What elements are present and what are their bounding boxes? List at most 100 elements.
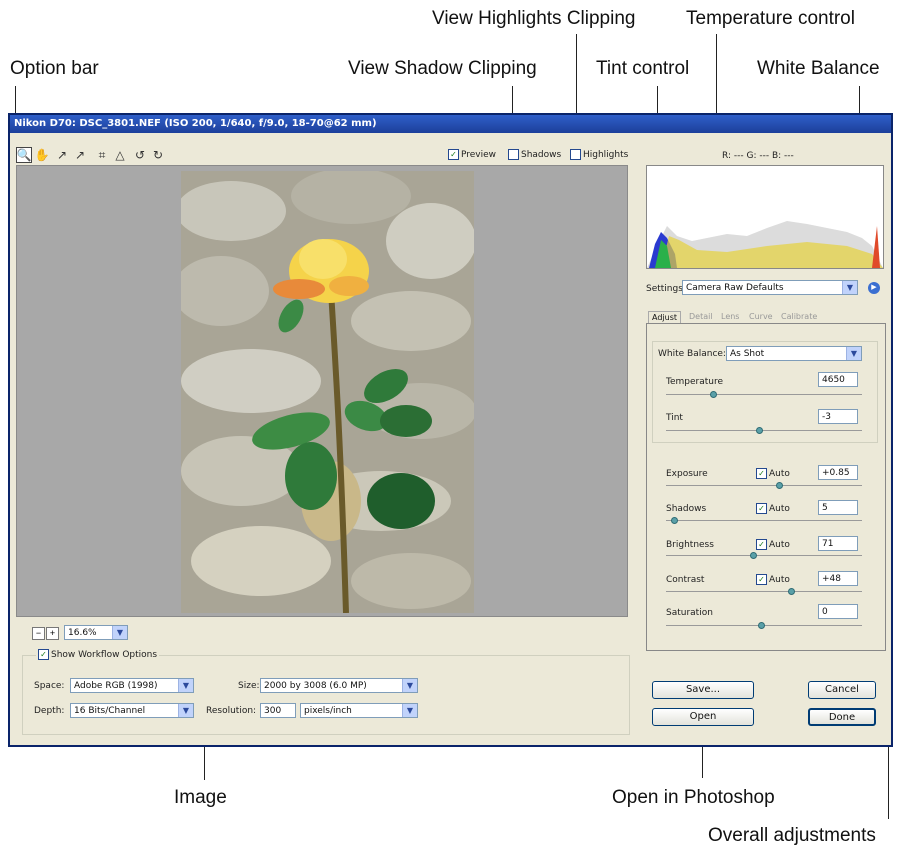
tint-slider[interactable] [666,430,862,431]
settings-label: Settings: [646,284,686,294]
contrast-input[interactable]: +48 [818,571,858,586]
settings-menu-icon[interactable]: ▶ [868,282,880,294]
exposure-label: Exposure [666,469,708,479]
white-balance-icon[interactable]: ↗ [54,147,70,163]
callout-temperature-control: Temperature control [686,8,855,29]
camera-raw-window: Nikon D70: DSC_3801.NEF (ISO 200, 1/640,… [8,113,893,747]
contrast-slider-thumb[interactable] [788,588,795,595]
tab-curve[interactable]: Curve [746,311,776,323]
white-balance-select[interactable]: As Shot ▼ [726,346,862,361]
shadows-label: Shadows [666,504,707,514]
contrast-auto-label: Auto [769,574,790,585]
size-value: 2000 by 3008 (6.0 MP) [264,681,367,691]
preview-check-icon: ✓ [448,149,459,160]
contrast-auto-checkbox[interactable]: ✓ Auto [756,574,790,585]
preview-area[interactable] [16,165,628,617]
exposure-input[interactable]: +0.85 [818,465,858,480]
highlights-label: Highlights [583,149,629,160]
brightness-auto-label: Auto [769,539,790,550]
chevron-down-icon: ▼ [178,704,193,717]
depth-label: Depth: [34,706,65,716]
rotate-left-icon[interactable]: ↺ [132,147,148,163]
brightness-slider-thumb[interactable] [750,552,757,559]
save-button[interactable]: Save... [652,681,754,699]
tint-label: Tint [666,413,683,423]
done-button[interactable]: Done [808,708,876,726]
exposure-auto-checkbox[interactable]: ✓ Auto [756,468,790,479]
show-workflow-label: Show Workflow Options [51,649,158,660]
rgb-readout: R: --- G: --- B: --- [722,151,794,161]
tab-detail[interactable]: Detail [686,311,716,323]
straighten-icon[interactable]: △ [112,147,128,163]
size-label: Size: [238,681,260,691]
saturation-slider-thumb[interactable] [758,622,765,629]
rotate-right-icon[interactable]: ↻ [150,147,166,163]
brightness-auto-check-icon: ✓ [756,539,767,550]
chevron-down-icon: ▼ [178,679,193,692]
temperature-slider[interactable] [666,394,862,395]
resolution-unit-value: pixels/inch [304,706,352,716]
brightness-slider[interactable] [666,555,862,556]
callout-white-balance: White Balance [757,58,880,79]
shadows-slider[interactable] [666,520,862,521]
tab-calibrate[interactable]: Calibrate [778,311,820,323]
zoom-select[interactable]: 16.6% ▼ [64,625,128,640]
resolution-input[interactable]: 300 [260,703,296,718]
zoom-out-icon[interactable]: − [32,627,45,640]
callout-image: Image [174,787,227,808]
color-sampler-icon[interactable]: ↗ [72,147,88,163]
temperature-input[interactable]: 4650 [818,372,858,387]
tint-input[interactable]: -3 [818,409,858,424]
space-select[interactable]: Adobe RGB (1998) ▼ [70,678,194,693]
depth-select[interactable]: 16 Bits/Channel ▼ [70,703,194,718]
callout-overall-adjustments: Overall adjustments [708,825,876,846]
open-button[interactable]: Open [652,708,754,726]
preview-label: Preview [461,149,497,160]
exposure-slider[interactable] [666,485,862,486]
exposure-slider-thumb[interactable] [776,482,783,489]
show-workflow-check-icon: ✓ [38,649,49,660]
brightness-auto-checkbox[interactable]: ✓ Auto [756,539,790,550]
contrast-auto-check-icon: ✓ [756,574,767,585]
tab-strip: Adjust Detail Lens Curve Calibrate [648,311,886,324]
space-label: Space: [34,681,65,691]
show-workflow-checkbox[interactable]: ✓ Show Workflow Options [36,649,160,660]
workflow-options-group [22,655,630,735]
space-value: Adobe RGB (1998) [74,681,158,691]
callout-option-bar: Option bar [10,58,99,79]
size-select[interactable]: 2000 by 3008 (6.0 MP) ▼ [260,678,418,693]
crop-icon[interactable]: ⌗ [94,147,110,163]
highlights-clipping-checkbox[interactable]: Highlights [570,149,628,160]
settings-select[interactable]: Camera Raw Defaults ▼ [682,280,858,295]
shadows-auto-checkbox[interactable]: ✓ Auto [756,503,790,514]
brightness-input[interactable]: 71 [818,536,858,551]
shadows-clipping-checkbox[interactable]: Shadows [508,149,561,160]
shadows-auto-label: Auto [769,503,790,514]
white-balance-label: White Balance: [658,349,726,359]
shadows-box [508,149,519,160]
cancel-button[interactable]: Cancel [808,681,876,699]
contrast-label: Contrast [666,575,705,585]
saturation-input[interactable]: 0 [818,604,858,619]
chevron-down-icon: ▼ [846,347,861,360]
resolution-unit-select[interactable]: pixels/inch ▼ [300,703,418,718]
shadows-slider-thumb[interactable] [671,517,678,524]
highlights-box [570,149,581,160]
zoom-in-icon[interactable]: + [46,627,59,640]
zoom-icon[interactable]: 🔍 [16,147,32,163]
shadows-input[interactable]: 5 [818,500,858,515]
contrast-slider[interactable] [666,591,862,592]
white-balance-value: As Shot [730,349,765,359]
preview-checkbox[interactable]: ✓ Preview [448,149,496,160]
tint-slider-thumb[interactable] [756,427,763,434]
chevron-down-icon: ▼ [402,704,417,717]
shadows-auto-check-icon: ✓ [756,503,767,514]
callout-open-in-photoshop: Open in Photoshop [612,787,775,808]
chevron-down-icon: ▼ [842,281,857,294]
shadows-label: Shadows [521,149,562,160]
tab-lens[interactable]: Lens [718,311,742,323]
saturation-label: Saturation [666,608,713,618]
hand-icon[interactable]: ✋ [34,147,50,163]
exposure-auto-check-icon: ✓ [756,468,767,479]
temperature-slider-thumb[interactable] [710,391,717,398]
